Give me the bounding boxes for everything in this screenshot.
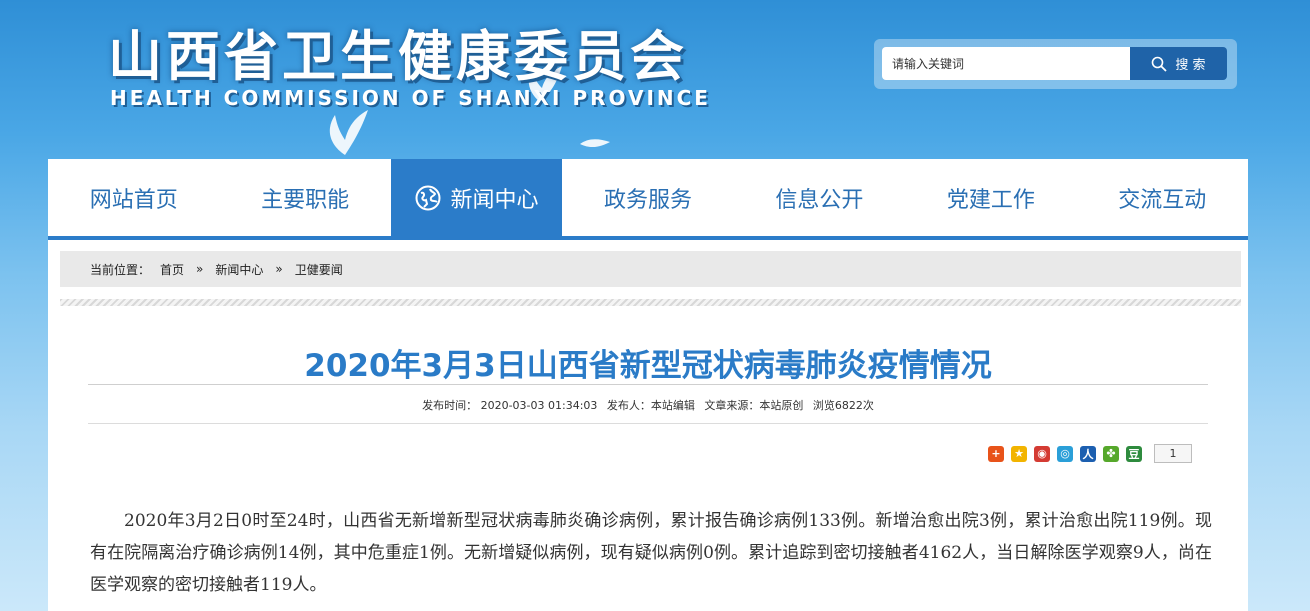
nav-item-label: 交流互动	[1118, 187, 1207, 213]
globe-icon	[415, 185, 441, 210]
breadcrumb-news-center-link[interactable]: 新闻中心	[215, 261, 263, 278]
nav-item-label: 信息公开	[775, 187, 864, 213]
weibo-icon[interactable]: ◉	[1034, 445, 1050, 462]
search-icon	[1152, 56, 1168, 72]
nav-item-label: 主要职能	[261, 187, 350, 213]
main-nav: 网站首页 主要职能 新闻中心 政务服务 信息公开 党建工作 交流互动	[48, 159, 1248, 240]
site-title: 山西省卫生健康委员会	[108, 25, 688, 88]
breadcrumb-home-link[interactable]: 首页	[160, 261, 184, 278]
breadcrumb: 当前位置： 首页 » 新闻中心 » 卫健要闻	[60, 251, 1241, 287]
nav-item-info-disclosure[interactable]: 信息公开	[734, 159, 905, 236]
kaixin-icon[interactable]: ✤	[1103, 445, 1119, 462]
nav-item-label: 党建工作	[946, 187, 1035, 213]
article-meta: 发布时间： 2020-03-03 01:34:03 发布人：本站编辑 文章来源：…	[48, 397, 1248, 413]
publisher: 发布人：本站编辑	[606, 399, 695, 412]
breadcrumb-separator: »	[196, 262, 204, 276]
search-button-label: 搜 索	[1175, 58, 1206, 73]
breadcrumb-prefix: 当前位置：	[90, 262, 151, 277]
qzone-icon[interactable]: ★	[1011, 445, 1027, 462]
search-input[interactable]	[882, 47, 1132, 80]
content-panel: 当前位置： 首页 » 新闻中心 » 卫健要闻 2020年3月3日山西省新型冠状病…	[48, 240, 1248, 611]
nav-item-government-services[interactable]: 政务服务	[562, 159, 733, 236]
nav-item-party-building[interactable]: 党建工作	[905, 159, 1076, 236]
nav-item-functions[interactable]: 主要职能	[219, 159, 390, 236]
nav-item-label: 新闻中心	[450, 187, 539, 213]
dove-decoration	[580, 139, 610, 148]
search-button[interactable]: 搜 索	[1130, 47, 1227, 80]
site-subtitle: HEALTH COMMISSION OF SHANXI PROVINCE	[110, 86, 711, 110]
view-count: 浏览6822次	[812, 399, 874, 412]
title-divider	[88, 384, 1208, 385]
search-box: 搜 索	[874, 39, 1237, 89]
douban-icon[interactable]: 豆	[1126, 445, 1142, 462]
nav-item-home[interactable]: 网站首页	[48, 159, 219, 236]
tencent-weibo-icon[interactable]: ◎	[1057, 445, 1073, 462]
nav-item-interaction[interactable]: 交流互动	[1077, 159, 1248, 236]
dove-decoration	[329, 110, 368, 155]
share-count: 1	[1154, 444, 1192, 463]
article-source: 文章来源：本站原创	[704, 399, 804, 412]
meta-divider	[88, 423, 1208, 424]
share-bar: + ★ ◉ ◎ 人 ✤ 豆 1	[988, 444, 1192, 463]
renren-icon[interactable]: 人	[1080, 445, 1096, 462]
article-body: 2020年3月2日0时至24时，山西省无新增新型冠状病毒肺炎确诊病例，累计报告确…	[90, 511, 1212, 595]
nav-item-label: 网站首页	[89, 187, 178, 213]
publish-time: 发布时间： 2020-03-03 01:34:03	[422, 399, 598, 412]
nav-item-news-center[interactable]: 新闻中心	[390, 159, 563, 236]
breadcrumb-health-news-link[interactable]: 卫健要闻	[295, 261, 343, 278]
breadcrumb-separator: »	[275, 262, 283, 276]
divider-stripe	[60, 299, 1241, 306]
share-more-icon[interactable]: +	[988, 445, 1004, 462]
nav-item-label: 政务服务	[603, 187, 692, 213]
article-title: 2020年3月3日山西省新型冠状病毒肺炎疫情情况	[304, 348, 992, 384]
